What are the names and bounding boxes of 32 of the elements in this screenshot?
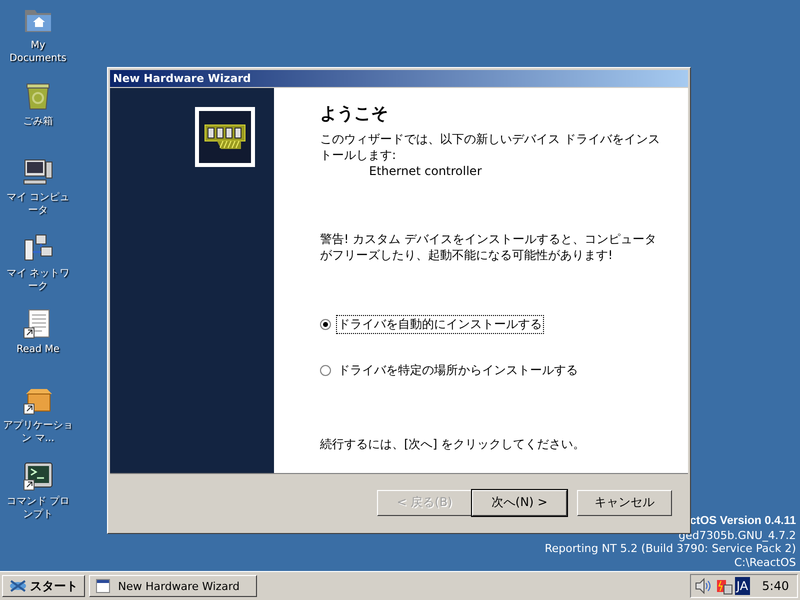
radio-button[interactable] xyxy=(320,319,331,330)
terminal-icon[interactable] xyxy=(22,460,54,492)
speaker-icon[interactable] xyxy=(694,578,712,594)
warning-text: 警告! カスタム デバイスをインストールすると、コンピュータがフリーズしたり、起動不能になる可能性があります! xyxy=(320,231,658,263)
window-title: New Hardware Wizard xyxy=(113,72,251,85)
wizard-heading: ようこそ xyxy=(320,103,389,125)
language-indicator[interactable]: JA xyxy=(734,577,750,595)
clock[interactable]: 5:40 xyxy=(762,579,789,593)
radio-button[interactable] xyxy=(320,365,331,376)
version-text: ctOS Version 0.4.11 xyxy=(690,515,796,528)
version-text: ged7305b.GNU_4.7.2 xyxy=(678,528,796,542)
version-text: C:\ReactOS xyxy=(734,556,796,569)
hardware-chip-icon xyxy=(195,107,255,167)
icon-label[interactable]: コマンド プロンプト xyxy=(2,495,74,521)
start-logo-icon xyxy=(9,579,27,593)
icon-label[interactable]: マイ ネットワーク xyxy=(2,267,74,293)
icon-label[interactable]: マイ コンピュータ xyxy=(2,191,74,217)
wizard-button[interactable]: 次へ(N) > xyxy=(472,490,567,516)
wizard-button[interactable]: キャンセル xyxy=(577,490,672,516)
icon-label[interactable]: My Documents xyxy=(2,39,74,65)
icon-label[interactable]: ごみ箱 xyxy=(2,115,74,128)
window-icon xyxy=(96,579,110,593)
device-name: Ethernet controller xyxy=(368,163,483,179)
option-label[interactable]: ドライバを自動的にインストールする xyxy=(336,315,544,334)
icon-label[interactable]: Read Me xyxy=(2,343,74,356)
icon-label[interactable]: アプリケーション マ... xyxy=(2,419,74,445)
option-label[interactable]: ドライバを特定の場所からインストールする xyxy=(336,361,580,380)
start-button[interactable]: スタート xyxy=(2,575,85,597)
taskbar-task[interactable]: New Hardware Wizard xyxy=(89,575,257,597)
version-text: Reporting NT 5.2 (Build 3790: Service Pack 2) xyxy=(544,542,796,556)
intro-text: このウィザードでは、以下の新しいデバイス ドライバをインストールします: xyxy=(320,131,661,163)
hint-text: 続行するには、[次へ] をクリックしてください。 xyxy=(320,436,586,452)
